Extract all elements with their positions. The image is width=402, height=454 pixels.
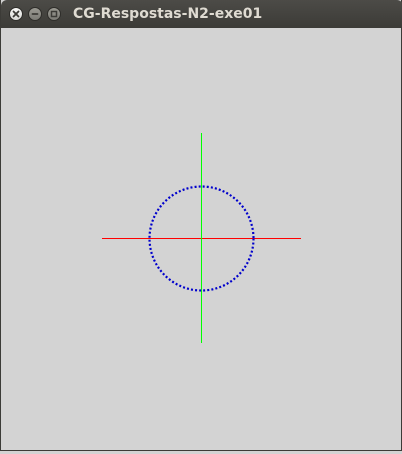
title-bar[interactable]: CG-Respostas-N2-exe01 (1, 0, 402, 28)
close-button[interactable] (9, 7, 23, 21)
opengl-viewport (102, 133, 301, 343)
drawing-canvas[interactable] (1, 28, 401, 450)
maximize-icon (50, 10, 58, 18)
application-window: CG-Respostas-N2-exe01 (0, 0, 402, 451)
maximize-button[interactable] (47, 7, 61, 21)
close-icon (12, 10, 20, 18)
window-title: CG-Respostas-N2-exe01 (73, 6, 263, 22)
minimize-icon (31, 13, 39, 15)
minimize-button[interactable] (28, 7, 42, 21)
